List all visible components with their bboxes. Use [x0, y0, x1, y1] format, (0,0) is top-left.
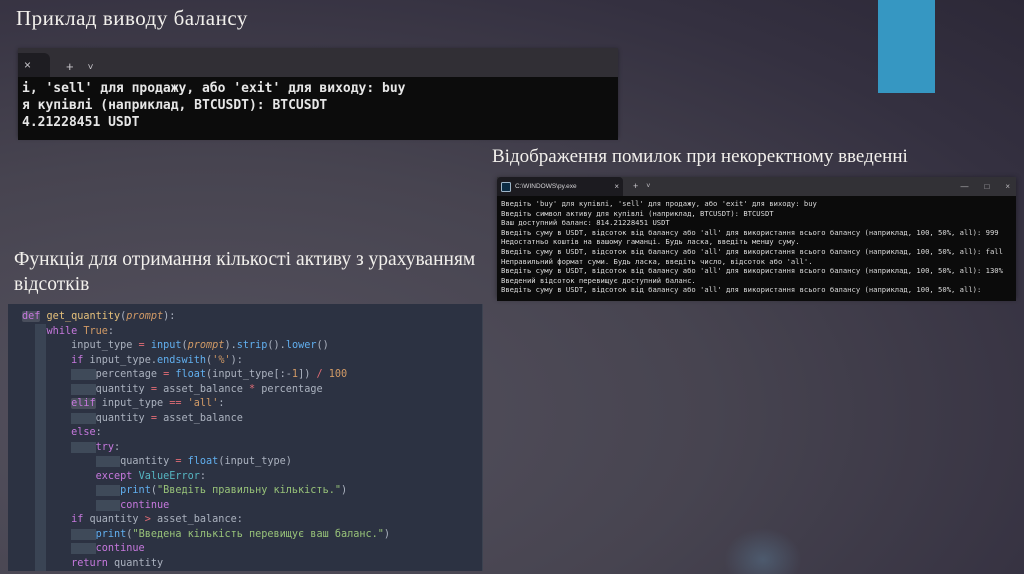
terminal-line: Введіть суму в USDT, відсоток від баланс… [501, 246, 1003, 256]
close-button[interactable]: × [1005, 182, 1010, 191]
terminal-line: Введіть суму в USDT, відсоток від баланс… [501, 227, 999, 237]
terminal-line: я купівлі (наприклад, BTCUSDT): BTCUSDT [22, 98, 328, 113]
code-line: try: [22, 441, 482, 456]
code-line: else: [71, 427, 102, 438]
tab-dropdown-icon[interactable]: ˅ [88, 63, 94, 73]
indent-guide-highlight [35, 324, 46, 571]
code-line: continue [22, 499, 482, 514]
terminal-line: Введіть 'buy' для купівлі, 'sell' для пр… [501, 199, 817, 208]
terminal-line: Неправильний формат суми. Будь ласка, вв… [501, 256, 813, 266]
code-line: return quantity [71, 557, 164, 569]
terminal-output: і, 'sell' для продажу, або 'exit' для ви… [18, 77, 618, 140]
terminal-tab[interactable]: C:\WINDOWS\py.exe × [497, 177, 623, 196]
code-line: def get_quantity(prompt): [22, 311, 176, 322]
code-line: while True: [46, 325, 115, 337]
code-line: elif input_type == 'all': [71, 398, 225, 409]
tab-close-icon[interactable]: × [24, 59, 31, 71]
terminal-window-small: × + ˅ і, 'sell' для продажу, або 'exit' … [18, 48, 618, 140]
terminal-line: і, 'sell' для продажу, або 'exit' для ви… [22, 81, 406, 96]
error-section-heading: Відображення помилок при некоректному вв… [492, 146, 908, 167]
page-title: Приклад виводу балансу [16, 6, 248, 30]
terminal-line: Введіть суму в USDT, відсоток від баланс… [501, 266, 1003, 276]
code-line: quantity = asset_balance * percentage [22, 383, 482, 398]
terminal-line: 4.21228451 USDT [22, 115, 140, 130]
code-lines: def get_quantity(prompt): while True: in… [8, 304, 482, 571]
tab-title: C:\WINDOWS\py.exe [515, 183, 577, 190]
code-line: input_type = input(prompt).strip().lower… [71, 340, 329, 351]
code-line: print("Введена кількість перевищує ваш б… [22, 528, 482, 543]
window-controls: — □ × [960, 177, 1010, 196]
minimize-button[interactable]: — [960, 182, 968, 191]
code-line: quantity = asset_balance [22, 412, 482, 427]
code-line: except ValueError: [95, 470, 207, 482]
code-line: percentage = float(input_type[:-1]) / 10… [22, 368, 482, 383]
tab-dropdown-icon[interactable]: ˅ [646, 183, 650, 190]
new-tab-button[interactable]: + [66, 60, 74, 73]
terminal-line: Недостатньо коштів на вашому гаманці. Бу… [501, 237, 800, 247]
terminal-tab-bar: × + ˅ [18, 48, 618, 77]
function-section-heading: Функція для отримання кількості активу з… [14, 249, 476, 295]
maximize-button[interactable]: □ [984, 182, 989, 191]
code-line: continue [22, 542, 482, 557]
terminal-line: Введіть символ активу для купівлі (напри… [501, 208, 774, 218]
terminal-tab[interactable]: × [18, 53, 50, 77]
terminal-line: Ваш доступний баланс: 814.21228451 USDT [501, 218, 670, 228]
terminal-window-large: C:\WINDOWS\py.exe × + ˅ — □ × Введіть 'b… [497, 177, 1016, 301]
code-line: if quantity > asset_balance: [71, 514, 243, 525]
terminal-title-bar: C:\WINDOWS\py.exe × + ˅ — □ × [497, 177, 1016, 196]
code-line: print("Введіть правильну кількість.") [22, 484, 482, 499]
tab-close-icon[interactable]: × [614, 182, 619, 191]
new-tab-button[interactable]: + [633, 182, 638, 191]
console-icon [501, 181, 511, 192]
terminal-line: Введений відсоток перевищує доступний ба… [501, 275, 696, 285]
accent-rectangle [878, 0, 935, 93]
code-line: quantity = float(input_type) [22, 455, 482, 470]
terminal-output: Введіть 'buy' для купівлі, 'sell' для пр… [497, 196, 1016, 301]
terminal-line: Введіть суму в USDT, відсоток від баланс… [501, 285, 982, 295]
code-line: if input_type.endswith('%'): [71, 354, 243, 366]
code-editor: def get_quantity(prompt): while True: in… [8, 304, 483, 571]
